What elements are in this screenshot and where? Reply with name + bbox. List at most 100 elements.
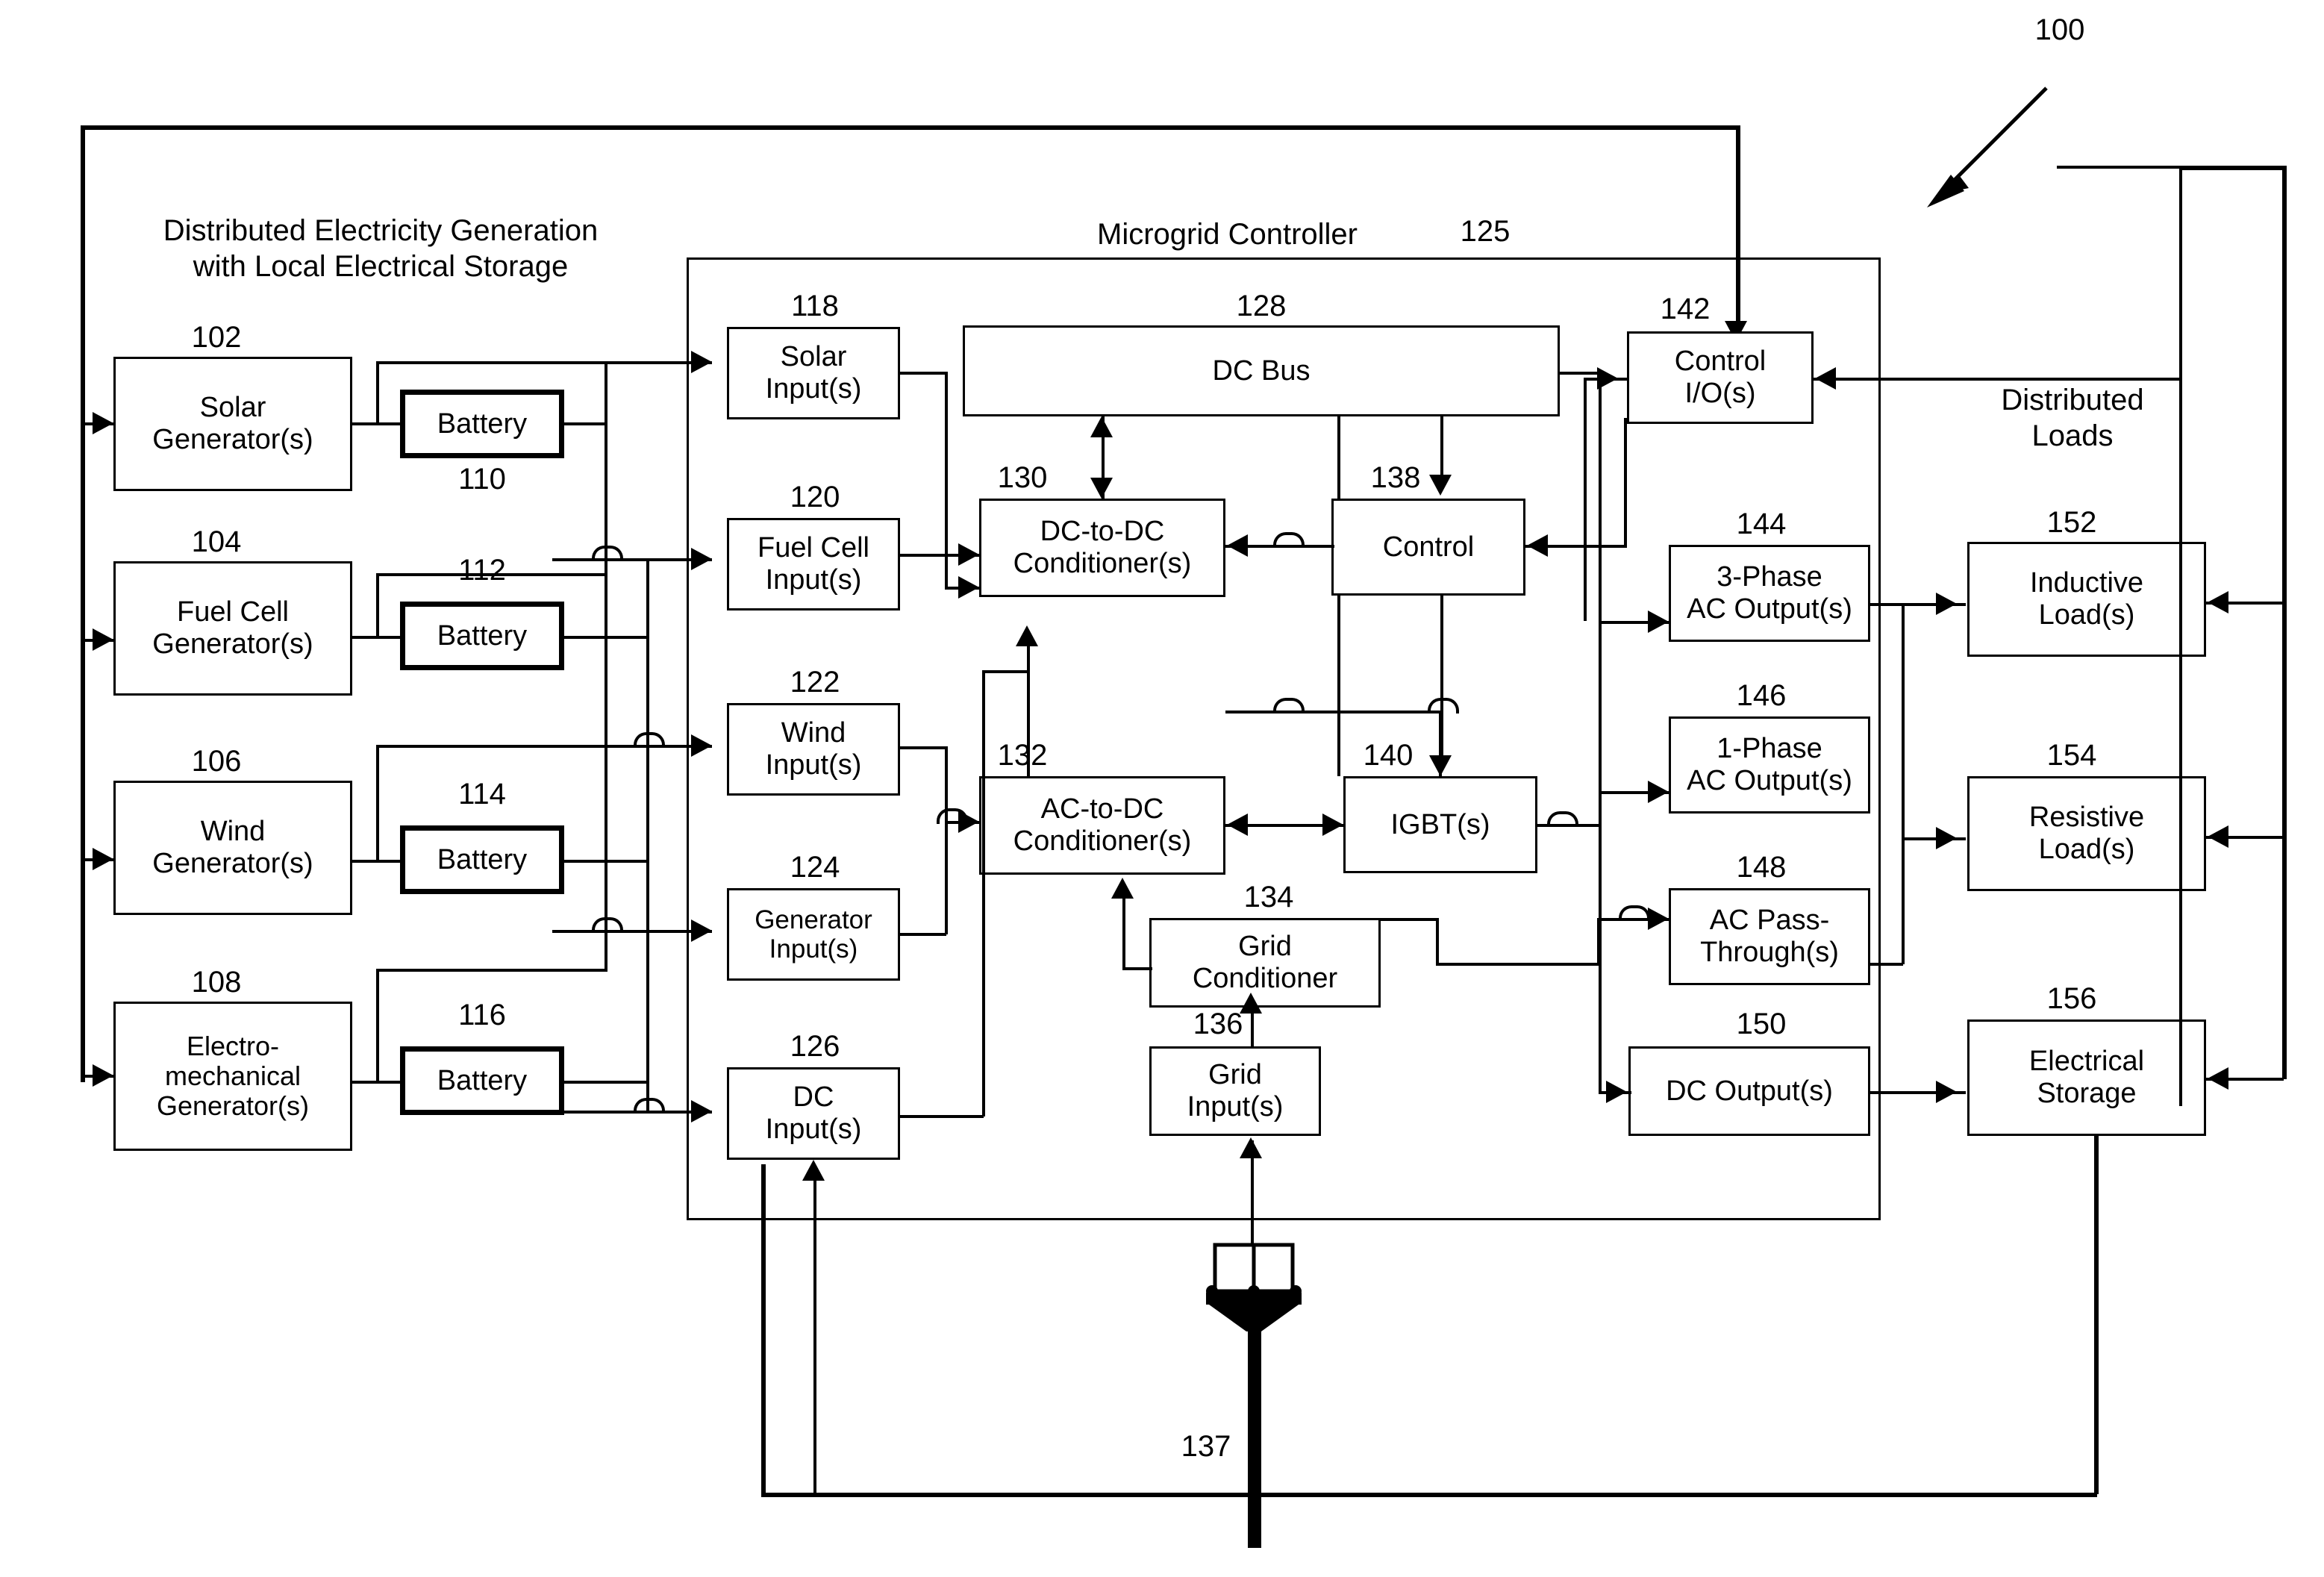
collector-bus-right bbox=[646, 558, 649, 1112]
ref-num-110: 110 bbox=[458, 463, 506, 496]
dc-input-to-dcdc-wire bbox=[982, 670, 1027, 673]
gridcond-out-upper-wire bbox=[1379, 918, 1437, 921]
ref-num-128: 128 bbox=[1236, 290, 1287, 322]
ref-num-116: 116 bbox=[458, 999, 506, 1031]
ref-num-146: 146 bbox=[1736, 679, 1787, 712]
dc-input-out-riser bbox=[982, 670, 985, 1117]
electrical-storage-label: Electrical Storage bbox=[2028, 1046, 2145, 1109]
microgrid-controller-caption: Microgrid Controller bbox=[1097, 218, 1358, 251]
outer-right-top-wire bbox=[2179, 166, 2284, 170]
ac-pass-through-box: AC Pass- Through(s) bbox=[1669, 888, 1870, 985]
wire-hop-passthrough-feed bbox=[1619, 905, 1650, 921]
patent-figure-microgrid-block-diagram: 100 Distributed Electricity Generation w… bbox=[0, 0, 2324, 1577]
generator-input-box: Generator Input(s) bbox=[727, 888, 900, 981]
wire-hop-dcdc-control bbox=[1273, 532, 1305, 548]
distributed-loads-caption: Distributed Loads bbox=[2001, 384, 2144, 452]
ref-num-156: 156 bbox=[2046, 982, 2097, 1015]
solar-input-label: Solar Input(s) bbox=[765, 341, 862, 405]
battery110-out-wire bbox=[563, 422, 606, 425]
gridcond-to-acdc-arrowhead bbox=[1111, 878, 1134, 899]
controlio-left-feed-riser bbox=[1584, 378, 1587, 621]
controlio-to-control-riser bbox=[1624, 418, 1627, 546]
generator-input-label: Generator Input(s) bbox=[755, 905, 872, 964]
electrical-storage-input-arrowhead bbox=[1936, 1081, 1957, 1103]
utility-pole-icon bbox=[1179, 1239, 1328, 1552]
battery-110-label: Battery bbox=[437, 407, 528, 440]
storage-to-return-rail-drop bbox=[2094, 1134, 2097, 1494]
wind-input-box: Wind Input(s) bbox=[727, 703, 900, 796]
gridcond-left-wire bbox=[1122, 967, 1152, 970]
battery116-out-wire bbox=[563, 1081, 648, 1084]
ref-num-118: 118 bbox=[791, 290, 839, 322]
inductive-load-box: Inductive Load(s) bbox=[1967, 542, 2206, 657]
acdc-collector-arrowhead bbox=[958, 811, 979, 833]
collector-bus-left bbox=[605, 361, 607, 972]
electromechanical-generator-box: Electro- mechanical Generator(s) bbox=[113, 1002, 352, 1151]
dcbus-to-dcoutput-riser bbox=[1599, 372, 1602, 1091]
dcbus-dcdc-up-arrowhead bbox=[1090, 416, 1113, 437]
grid-conditioner-box: Grid Conditioner bbox=[1149, 918, 1381, 1008]
ref-num-140: 140 bbox=[1363, 739, 1414, 772]
acdc-to-dcdc-arrowhead bbox=[1016, 625, 1038, 646]
control-branch-riser bbox=[1439, 711, 1442, 778]
ref-num-124: 124 bbox=[790, 851, 840, 884]
electrical-storage-feedback-arrowhead bbox=[2208, 1067, 2228, 1090]
electromech-bypass-top-wire bbox=[376, 969, 605, 972]
ac-passthrough-input-arrowhead bbox=[1648, 908, 1669, 930]
acdc-to-dcdc-riser bbox=[1027, 642, 1030, 776]
battery-112-box: Battery bbox=[400, 602, 564, 670]
ref-num-126: 126 bbox=[790, 1030, 840, 1063]
controlio-to-control-arrowhead bbox=[1527, 534, 1548, 557]
control-io-box: Control I/O(s) bbox=[1627, 331, 1814, 424]
one-phase-ac-output-label: 1-Phase AC Output(s) bbox=[1687, 733, 1852, 796]
generator-input-out-wire bbox=[900, 933, 946, 936]
gridcond-out-riser bbox=[1436, 918, 1439, 964]
dc-to-dc-conditioner-label: DC-to-DC Conditioner(s) bbox=[1013, 516, 1192, 579]
wind-input-out-wire bbox=[900, 746, 946, 749]
ref-num-112: 112 bbox=[458, 554, 506, 587]
electromechanical-generator-label: Electro- mechanical Generator(s) bbox=[156, 1030, 310, 1122]
one-phase-input-arrowhead bbox=[1648, 781, 1669, 803]
fuelcell-bypass-riser bbox=[376, 575, 379, 637]
grid-input-bottom-arrowhead bbox=[1240, 1137, 1262, 1158]
battery-114-box: Battery bbox=[400, 825, 564, 894]
dc-input-bottom-feed-wire bbox=[813, 1178, 816, 1494]
resistive-load-input-arrowhead bbox=[1936, 827, 1957, 849]
fuel-cell-input-box: Fuel Cell Input(s) bbox=[727, 518, 900, 610]
acdc-to-dcbus-riser bbox=[1337, 415, 1340, 776]
ref-num-104: 104 bbox=[191, 525, 242, 558]
wind-generator-box: Wind Generator(s) bbox=[113, 781, 352, 915]
wind-generator-input-arrowhead bbox=[93, 848, 113, 870]
wire-hop-dc-feed bbox=[634, 1098, 665, 1114]
solar-bypass-riser bbox=[376, 363, 379, 424]
battery-112-label: Battery bbox=[437, 619, 528, 652]
ref-num-137: 137 bbox=[1181, 1430, 1231, 1463]
ref-num-122: 122 bbox=[790, 666, 840, 699]
resistive-load-feedback-arrowhead bbox=[2208, 825, 2228, 848]
outer-bottom-rail bbox=[761, 1493, 2097, 1497]
dc-input-box: DC Input(s) bbox=[727, 1067, 900, 1160]
ref-num-120: 120 bbox=[790, 481, 840, 513]
gridcond-to-acdc-riser bbox=[1122, 896, 1125, 969]
three-phase-ac-output-label: 3-Phase AC Output(s) bbox=[1687, 561, 1852, 625]
battery-116-label: Battery bbox=[437, 1064, 528, 1096]
ac-pass-through-label: AC Pass- Through(s) bbox=[1700, 905, 1839, 968]
wire-hop-generator-feed bbox=[592, 917, 623, 933]
battery-116-box: Battery bbox=[400, 1046, 564, 1115]
fuelcell-to-dcdc-arrowhead bbox=[958, 543, 979, 566]
dc-bus-box: DC Bus bbox=[963, 325, 1560, 416]
fuel-cell-generator-label: Fuel Cell Generator(s) bbox=[152, 596, 313, 660]
ref-num-144: 144 bbox=[1736, 508, 1787, 540]
solar-bypass-top-wire bbox=[376, 361, 605, 364]
dc-input-out-wire bbox=[900, 1115, 984, 1118]
dc-input-label: DC Input(s) bbox=[765, 1081, 862, 1145]
dcbus-to-control-arrowhead bbox=[1429, 475, 1452, 496]
load-feedback-top-wire bbox=[2057, 166, 2182, 169]
feedback-bus-to-controlio-wire bbox=[2179, 378, 2182, 381]
one-phase-ac-output-box: 1-Phase AC Output(s) bbox=[1669, 716, 1870, 814]
dc-output-box: DC Output(s) bbox=[1628, 1046, 1870, 1136]
gridinput-to-gridcond-wire bbox=[1251, 1009, 1254, 1048]
ac-passthrough-out-wire bbox=[1870, 963, 1903, 966]
dc-output-input-arrowhead bbox=[1606, 1081, 1627, 1103]
outer-left-rail bbox=[81, 127, 85, 1082]
